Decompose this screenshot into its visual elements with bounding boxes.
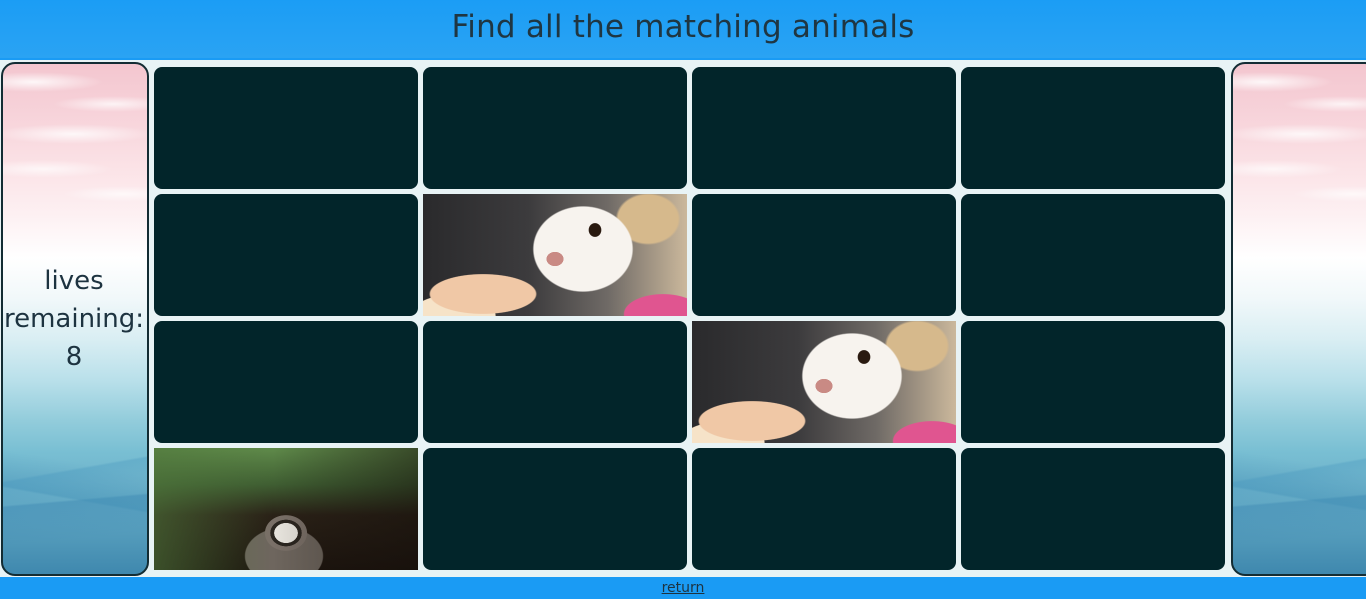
card-hidden[interactable] [423,67,687,189]
card-hidden[interactable] [961,67,1225,189]
lives-count: 8 [65,342,83,372]
lives-counter: lives remaining: 8 [0,262,148,376]
card-hidden[interactable] [692,448,956,570]
card-hidden[interactable] [154,67,418,189]
card-hidden[interactable] [961,448,1225,570]
card-chihuahua[interactable] [423,194,687,316]
card-hidden[interactable] [961,321,1225,443]
lives-label-line2: remaining: [3,304,145,334]
card-hidden[interactable] [154,194,418,316]
card-grid [154,67,1226,570]
return-link[interactable]: return [662,580,705,596]
card-hidden[interactable] [154,321,418,443]
card-hidden[interactable] [692,67,956,189]
header-bar: Find all the matching animals [0,0,1366,58]
lives-label-line1: lives [44,266,104,296]
card-chihuahua[interactable] [692,321,956,443]
card-hidden[interactable] [961,194,1225,316]
card-hidden[interactable] [692,194,956,316]
card-raccoon[interactable] [154,448,418,570]
footer: return [0,577,1366,597]
card-hidden[interactable] [423,448,687,570]
right-side-panel [1231,62,1366,576]
page-title: Find all the matching animals [451,9,915,45]
card-hidden[interactable] [423,321,687,443]
